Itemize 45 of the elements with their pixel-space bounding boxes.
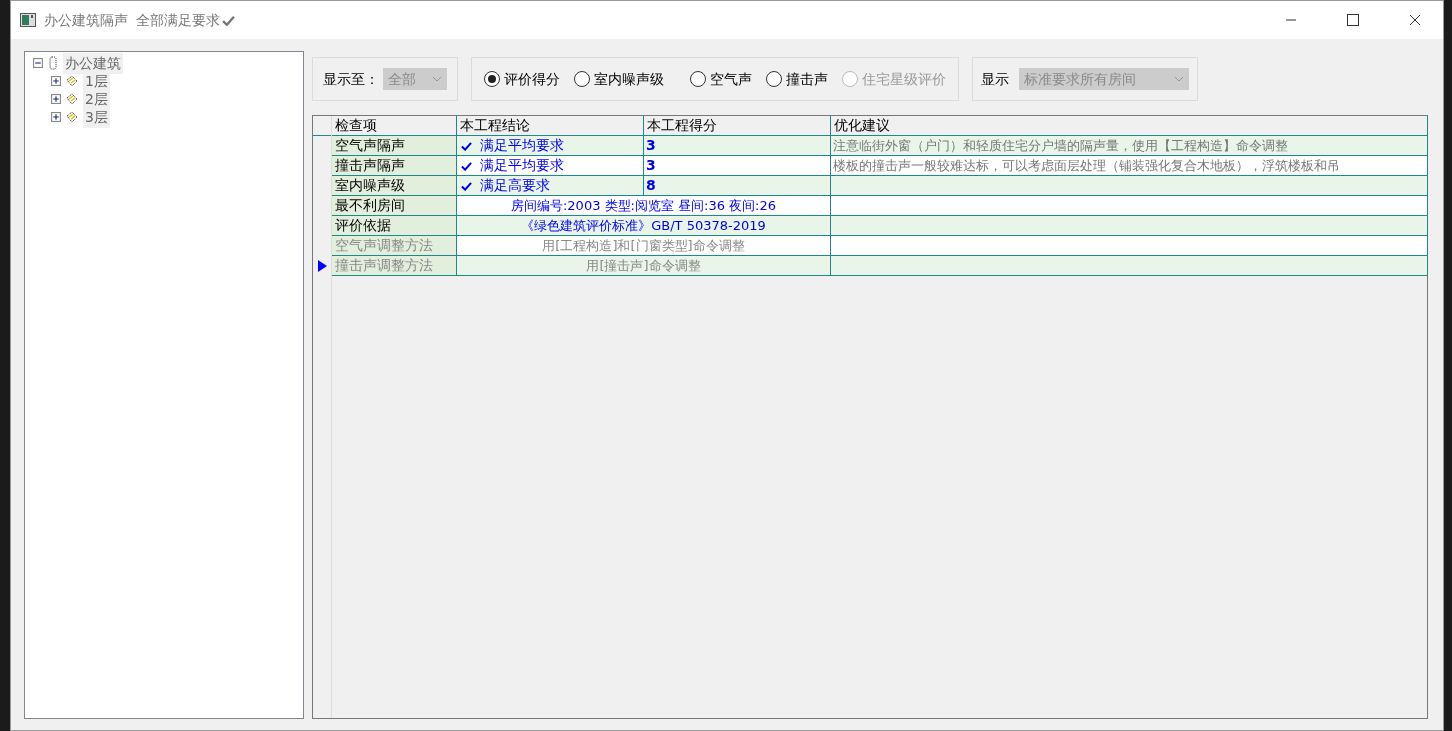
check-icon (461, 180, 472, 191)
table-cell: 最不利房间 (332, 196, 457, 216)
radio-option[interactable]: 空气声 (690, 68, 752, 90)
expand-icon[interactable] (51, 76, 61, 86)
collapse-icon[interactable] (33, 58, 43, 68)
filter-label: 显示至： (323, 69, 379, 89)
table-cell: 评价依据 (332, 216, 457, 236)
check-icon (461, 160, 472, 171)
status-text: 全部满足要求 (136, 10, 220, 30)
window-title: 办公建筑隔声 (44, 10, 128, 30)
floor-icon (65, 110, 79, 124)
table-cell: 楼板的撞击声一般较难达标，可以考虑面层处理（铺装强化复合木地板），浮筑楼板和吊 (831, 156, 1428, 176)
table-cell: 《绿色建筑评价标准》GB/T 50378-2019 (457, 216, 831, 236)
table-cell: 房间编号:2003 类型:阅览室 昼间:36 夜间:26 (457, 196, 831, 216)
table-cell: 用[撞击声]命令调整 (457, 256, 831, 276)
maximize-icon[interactable] (1347, 14, 1359, 26)
table-cell: 空气声调整方法 (332, 236, 457, 256)
radio-option[interactable]: 撞击声 (766, 68, 828, 90)
chevron-down-icon (1174, 76, 1184, 82)
tree-item[interactable]: 办公建筑 (63, 52, 123, 74)
table-cell: 撞击声调整方法 (332, 256, 457, 276)
radio-option[interactable]: 评价得分 (484, 68, 560, 90)
chevron-down-icon (432, 76, 442, 82)
app-icon (20, 13, 36, 27)
expand-icon[interactable] (51, 112, 61, 122)
filter-label: 显示 (981, 69, 1009, 89)
building-icon (49, 56, 57, 70)
expand-icon[interactable] (51, 94, 61, 104)
check-icon (461, 140, 472, 151)
radio-option[interactable]: 室内噪声级 (574, 68, 664, 90)
conclusion-text: 满足高要求 (480, 176, 550, 195)
table-cell: 空气声隔声 (332, 136, 457, 156)
close-icon[interactable] (1409, 14, 1421, 26)
check-icon (222, 14, 235, 26)
conclusion-text: 满足平均要求 (480, 136, 564, 155)
conclusion-text: 满足平均要求 (480, 156, 564, 175)
table-cell: 3 (644, 156, 831, 176)
floor-icon (65, 74, 79, 88)
table-cell: 3 (644, 136, 831, 156)
floor-icon (65, 92, 79, 106)
table-cell: 8 (644, 176, 831, 196)
table-cell: 室内噪声级 (332, 176, 457, 196)
table-cell: 注意临街外窗（户门）和轻质住宅分户墙的隔声量，使用【工程构造】命令调整 (831, 136, 1428, 156)
table-cell: 用[工程构造]和[门窗类型]命令调整 (457, 236, 831, 256)
table-cell: 撞击声隔声 (332, 156, 457, 176)
